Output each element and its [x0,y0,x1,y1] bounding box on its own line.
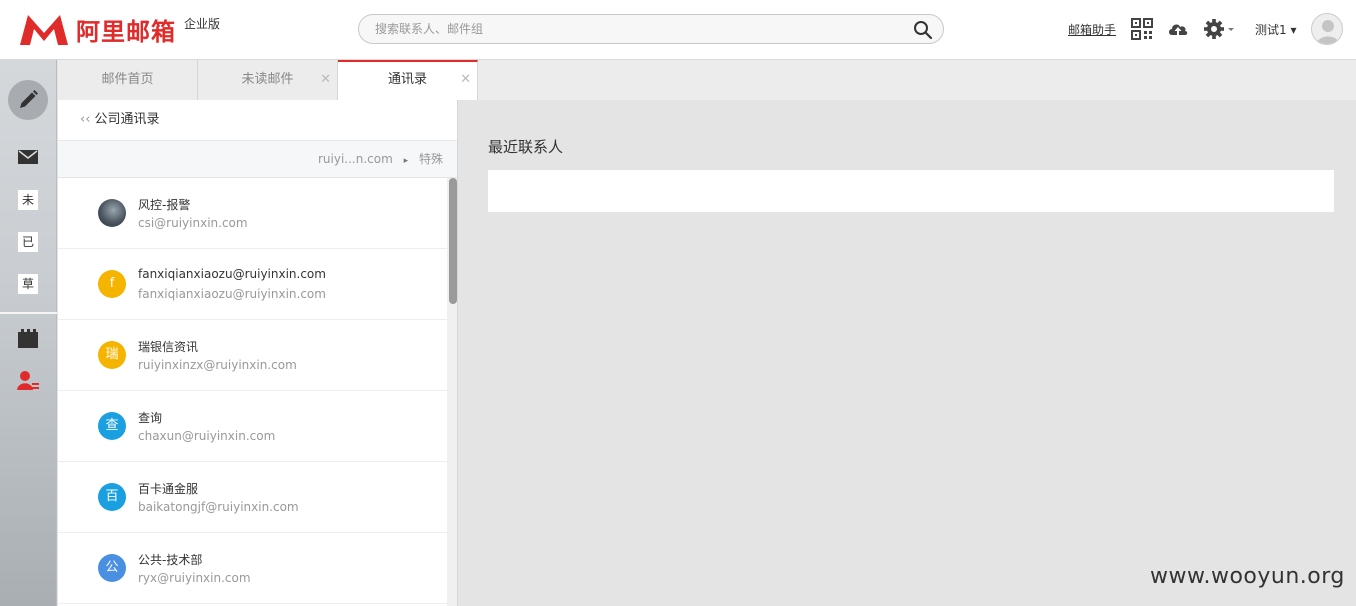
tab-mail-home[interactable]: 邮件首页 [58,60,198,100]
user-menu[interactable]: 测试1 ▾ [1255,21,1296,38]
watermark: www.wooyun.org [1150,564,1345,589]
contact-initial-avatar: f [98,270,126,298]
cloud-upload-icon[interactable] [1167,18,1189,40]
contact-name: 风控-报警 [138,198,191,212]
contact-initial-avatar: 查 [98,412,126,440]
contact-email: csi@ruiyinxin.com [138,216,248,230]
edition-label: 企业版 [184,17,221,31]
contacts-icon[interactable] [17,370,39,392]
contact-email: ryx@ruiyinxin.com [138,571,251,585]
contact-email: ruiyinxinzx@ruiyinxin.com [138,358,297,372]
calendar-icon[interactable] [17,328,39,350]
qr-code-icon[interactable] [1131,18,1153,40]
search-icon[interactable] [913,20,933,40]
left-rail: 未 已 草 [0,60,57,606]
mail-icon[interactable] [17,146,39,168]
tab-label: 未读邮件 [241,72,294,87]
contact-initial-avatar: 瑞 [98,341,126,369]
gear-icon[interactable] [1203,18,1237,40]
tab-unread[interactable]: 未读邮件 ✕ [198,60,338,100]
drafts-filter[interactable]: 草 [18,274,38,294]
tab-label: 邮件首页 [101,72,154,87]
panel-title: 公司通讯录 [94,112,160,127]
contact-name: fanxiqianxiaozu@ruiyinxin.com [138,267,326,281]
contact-list: 风控-报警 csi@ruiyinxin.com f fanxiqianxiaoz… [58,178,457,604]
avatar[interactable] [1311,13,1343,45]
logo[interactable]: 阿里邮箱 企业版 [18,12,220,47]
contact-name: 瑞银信资讯 [138,340,199,354]
contact-name: 公共-技术部 [138,553,203,567]
rail-divider [0,312,57,314]
tab-label: 通讯录 [387,72,427,87]
search-input[interactable] [359,15,879,43]
close-icon[interactable]: ✕ [460,62,471,98]
recent-contacts-title: 最近联系人 [488,138,564,156]
contact-email: baikatongjf@ruiyinxin.com [138,500,299,514]
list-item[interactable]: 百 百卡通金服 baikatongjf@ruiyinxin.com [58,462,447,533]
contact-email: chaxun@ruiyinxin.com [138,429,276,443]
breadcrumb-domain[interactable]: ruiyi...n.com [318,152,393,166]
list-item[interactable]: f fanxiqianxiaozu@ruiyinxin.com fanxiqia… [58,249,447,320]
breadcrumb: ruiyi...n.com ▸ 特殊 [58,141,457,178]
pencil-icon [20,90,38,108]
contact-photo [98,199,126,227]
scrollbar-thumb[interactable] [449,178,457,304]
tab-bar: 邮件首页 未读邮件 ✕ 通讯录 ✕ [58,60,1356,100]
list-item[interactable]: 瑞 瑞银信资讯 ruiyinxinzx@ruiyinxin.com [58,320,447,391]
scrollbar[interactable] [447,178,457,606]
read-filter[interactable]: 已 [18,232,38,252]
close-icon[interactable]: ✕ [320,60,331,100]
user-silhouette-icon [1317,20,1339,44]
breadcrumb-group[interactable]: 特殊 [419,152,443,166]
search-box [358,14,944,44]
contacts-panel: ‹‹ 公司通讯录 ruiyi...n.com ▸ 特殊 风控-报警 csi@ru… [58,100,458,606]
breadcrumb-arrow-icon: ▸ [403,156,409,166]
mail-helper-link[interactable]: 邮箱助手 [1068,21,1116,38]
contact-email: fanxiqianxiaozu@ruiyinxin.com [138,287,326,301]
list-item[interactable]: 查 查询 chaxun@ruiyinxin.com [58,391,447,462]
tab-contacts[interactable]: 通讯录 ✕ [338,60,478,100]
contact-name: 百卡通金服 [138,482,199,496]
top-header: 阿里邮箱 企业版 邮箱助手 [0,0,1356,60]
contact-initial-avatar: 公 [98,554,126,582]
list-item[interactable]: 风控-报警 csi@ruiyinxin.com [58,178,447,249]
compose-button[interactable] [8,80,48,120]
logo-text: 阿里邮箱 [76,18,176,46]
recent-contacts-list [488,170,1334,212]
company-directory-back[interactable]: ‹‹ 公司通讯录 [58,100,457,141]
unread-filter[interactable]: 未 [18,190,38,210]
back-chevron-icon: ‹‹ [80,112,91,127]
contact-name: 查询 [138,411,163,425]
logo-m-icon [20,14,68,45]
contact-initial-avatar: 百 [98,483,126,511]
list-item[interactable]: 公 公共-技术部 ryx@ruiyinxin.com [58,533,447,604]
